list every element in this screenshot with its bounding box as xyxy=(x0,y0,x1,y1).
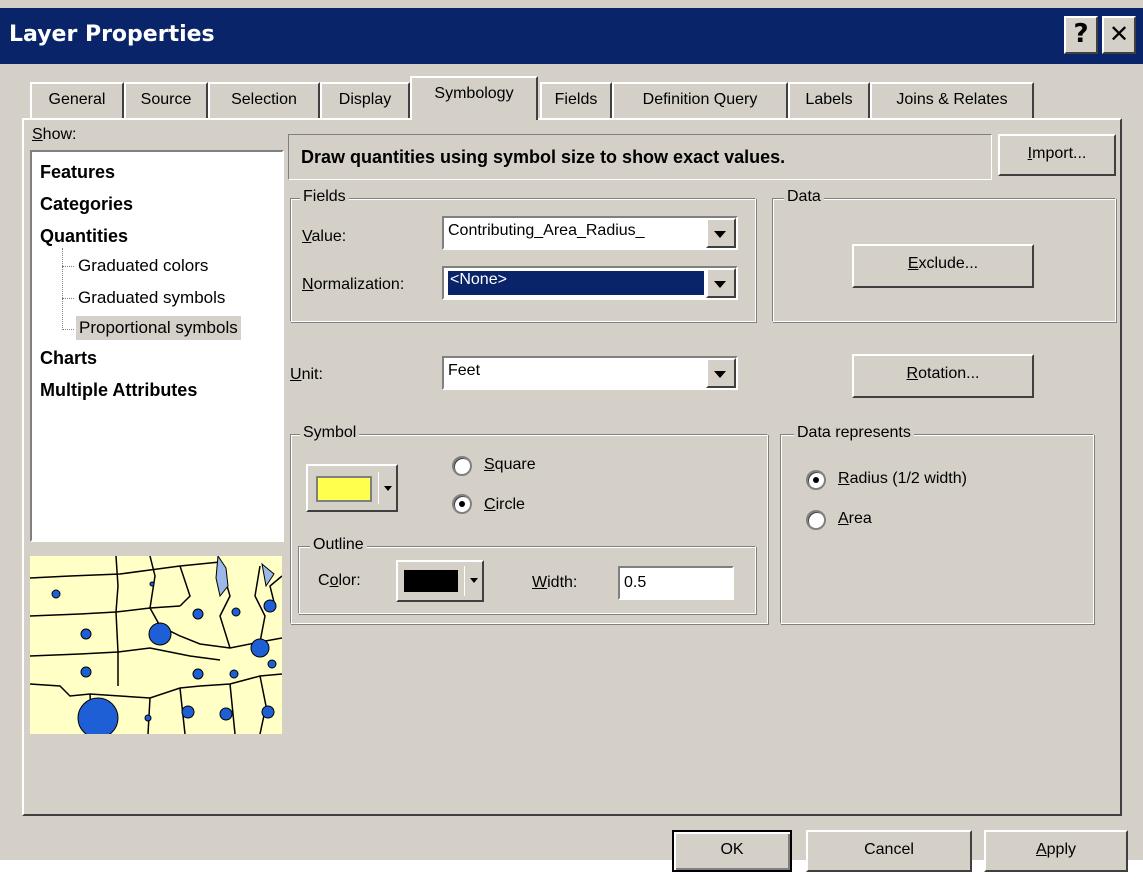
tab-display[interactable]: Display xyxy=(320,82,410,118)
area-radio[interactable] xyxy=(806,510,826,530)
close-icon: ✕ xyxy=(1108,20,1130,48)
exclude-button[interactable]: Exclude... xyxy=(852,244,1034,288)
show-tree[interactable]: Features Categories Quantities Graduated… xyxy=(30,150,284,542)
symbology-preview-map xyxy=(30,556,282,734)
data-represents-group xyxy=(780,434,1094,624)
rotation-button[interactable]: Rotation... xyxy=(852,354,1034,398)
tree-item-proportional-symbols[interactable]: Proportional symbols xyxy=(76,316,241,340)
tab-source[interactable]: Source xyxy=(124,82,208,118)
caret-down-icon xyxy=(470,578,478,583)
tree-connector xyxy=(62,266,74,267)
normalization-label: Normalization: xyxy=(302,276,405,293)
tree-connector xyxy=(62,248,63,330)
outline-color-swatch xyxy=(404,570,458,592)
square-label: Square xyxy=(484,456,536,473)
description-text: Draw quantities using symbol size to sho… xyxy=(301,147,786,167)
apply-button[interactable]: Apply xyxy=(984,830,1128,872)
normalization-dropdown-text: <None> xyxy=(447,270,705,296)
import-button-rest: mport... xyxy=(1032,145,1087,162)
outline-width-label-rest: idth: xyxy=(547,574,578,591)
caret-down-icon xyxy=(384,486,392,491)
tab-joins-relates[interactable]: Joins & Relates xyxy=(870,82,1034,118)
radius-label-rest: adius (1/2 width) xyxy=(849,470,967,487)
help-button[interactable]: ? xyxy=(1064,16,1098,54)
tree-item-features[interactable]: Features xyxy=(40,162,115,183)
area-label-rest: rea xyxy=(848,510,872,527)
data-represents-title: Data represents xyxy=(794,424,914,442)
unit-dropdown[interactable]: Feet xyxy=(442,356,738,390)
outline-width-input[interactable]: 0.5 xyxy=(618,566,734,600)
tree-item-multiple-attributes[interactable]: Multiple Attributes xyxy=(40,380,197,401)
chevron-down-icon[interactable] xyxy=(706,268,736,298)
normalization-dropdown[interactable]: <None> xyxy=(442,266,738,300)
square-radio[interactable] xyxy=(452,456,472,476)
tab-symbology[interactable]: Symbology xyxy=(410,76,538,120)
show-label: Show: xyxy=(32,126,77,143)
tree-connector xyxy=(62,298,74,299)
chevron-down-icon[interactable] xyxy=(706,358,736,388)
square-label-rest: quare xyxy=(494,456,536,473)
close-button[interactable]: ✕ xyxy=(1102,16,1136,54)
radius-label: Radius (1/2 width) xyxy=(838,470,967,487)
outline-width-label: Width: xyxy=(532,574,578,591)
value-dropdown[interactable]: Contributing_Area_Radius_ xyxy=(442,216,738,250)
window-title: Layer Properties xyxy=(9,22,215,47)
ok-button[interactable]: OK xyxy=(672,830,792,872)
value-label: Value: xyxy=(302,228,347,245)
show-label-rest: how: xyxy=(42,126,77,143)
radius-radio[interactable] xyxy=(806,470,826,490)
outline-group-title: Outline xyxy=(310,536,367,554)
import-button[interactable]: Import... xyxy=(998,134,1116,176)
tab-definition-query[interactable]: Definition Query xyxy=(612,82,788,118)
cancel-button[interactable]: Cancel xyxy=(806,830,972,872)
fields-group-title: Fields xyxy=(300,188,349,206)
unit-label: Unit: xyxy=(290,366,323,383)
data-group-title: Data xyxy=(784,188,824,206)
outline-color-button[interactable] xyxy=(396,560,484,602)
unit-dropdown-text: Feet xyxy=(448,362,481,379)
circle-label: Circle xyxy=(484,496,525,513)
circle-label-rest: ircle xyxy=(495,496,525,513)
chevron-down-icon[interactable] xyxy=(706,218,736,248)
tree-item-graduated-colors[interactable]: Graduated colors xyxy=(78,256,208,276)
apply-button-rest: pply xyxy=(1046,841,1077,858)
description-box: Draw quantities using symbol size to sho… xyxy=(288,134,992,180)
tree-item-graduated-symbols[interactable]: Graduated symbols xyxy=(78,288,225,308)
normalization-label-rest: ormalization: xyxy=(313,276,405,293)
symbol-color-button[interactable] xyxy=(306,464,398,512)
exclude-button-rest: xclude... xyxy=(918,255,979,272)
outline-color-label: Color: xyxy=(318,572,361,589)
symbol-color-swatch xyxy=(316,476,372,502)
value-dropdown-text: Contributing_Area_Radius_ xyxy=(448,222,645,239)
area-label: Area xyxy=(838,510,872,527)
value-label-rest: alue: xyxy=(311,228,347,245)
tab-labels[interactable]: Labels xyxy=(788,82,870,118)
tree-item-quantities[interactable]: Quantities xyxy=(40,226,128,247)
rotation-button-rest: otation... xyxy=(918,365,980,382)
outline-color-label-rest: lor: xyxy=(338,572,361,589)
tab-fields[interactable]: Fields xyxy=(540,82,612,118)
symbol-group-title: Symbol xyxy=(300,424,360,442)
circle-radio[interactable] xyxy=(452,494,472,514)
tree-item-categories[interactable]: Categories xyxy=(40,194,133,215)
tab-selection[interactable]: Selection xyxy=(208,82,320,118)
tree-item-charts[interactable]: Charts xyxy=(40,348,97,369)
tree-connector xyxy=(62,329,74,330)
unit-label-rest: nit: xyxy=(301,366,323,383)
tab-general[interactable]: General xyxy=(30,82,124,118)
outline-width-value: 0.5 xyxy=(624,574,647,591)
